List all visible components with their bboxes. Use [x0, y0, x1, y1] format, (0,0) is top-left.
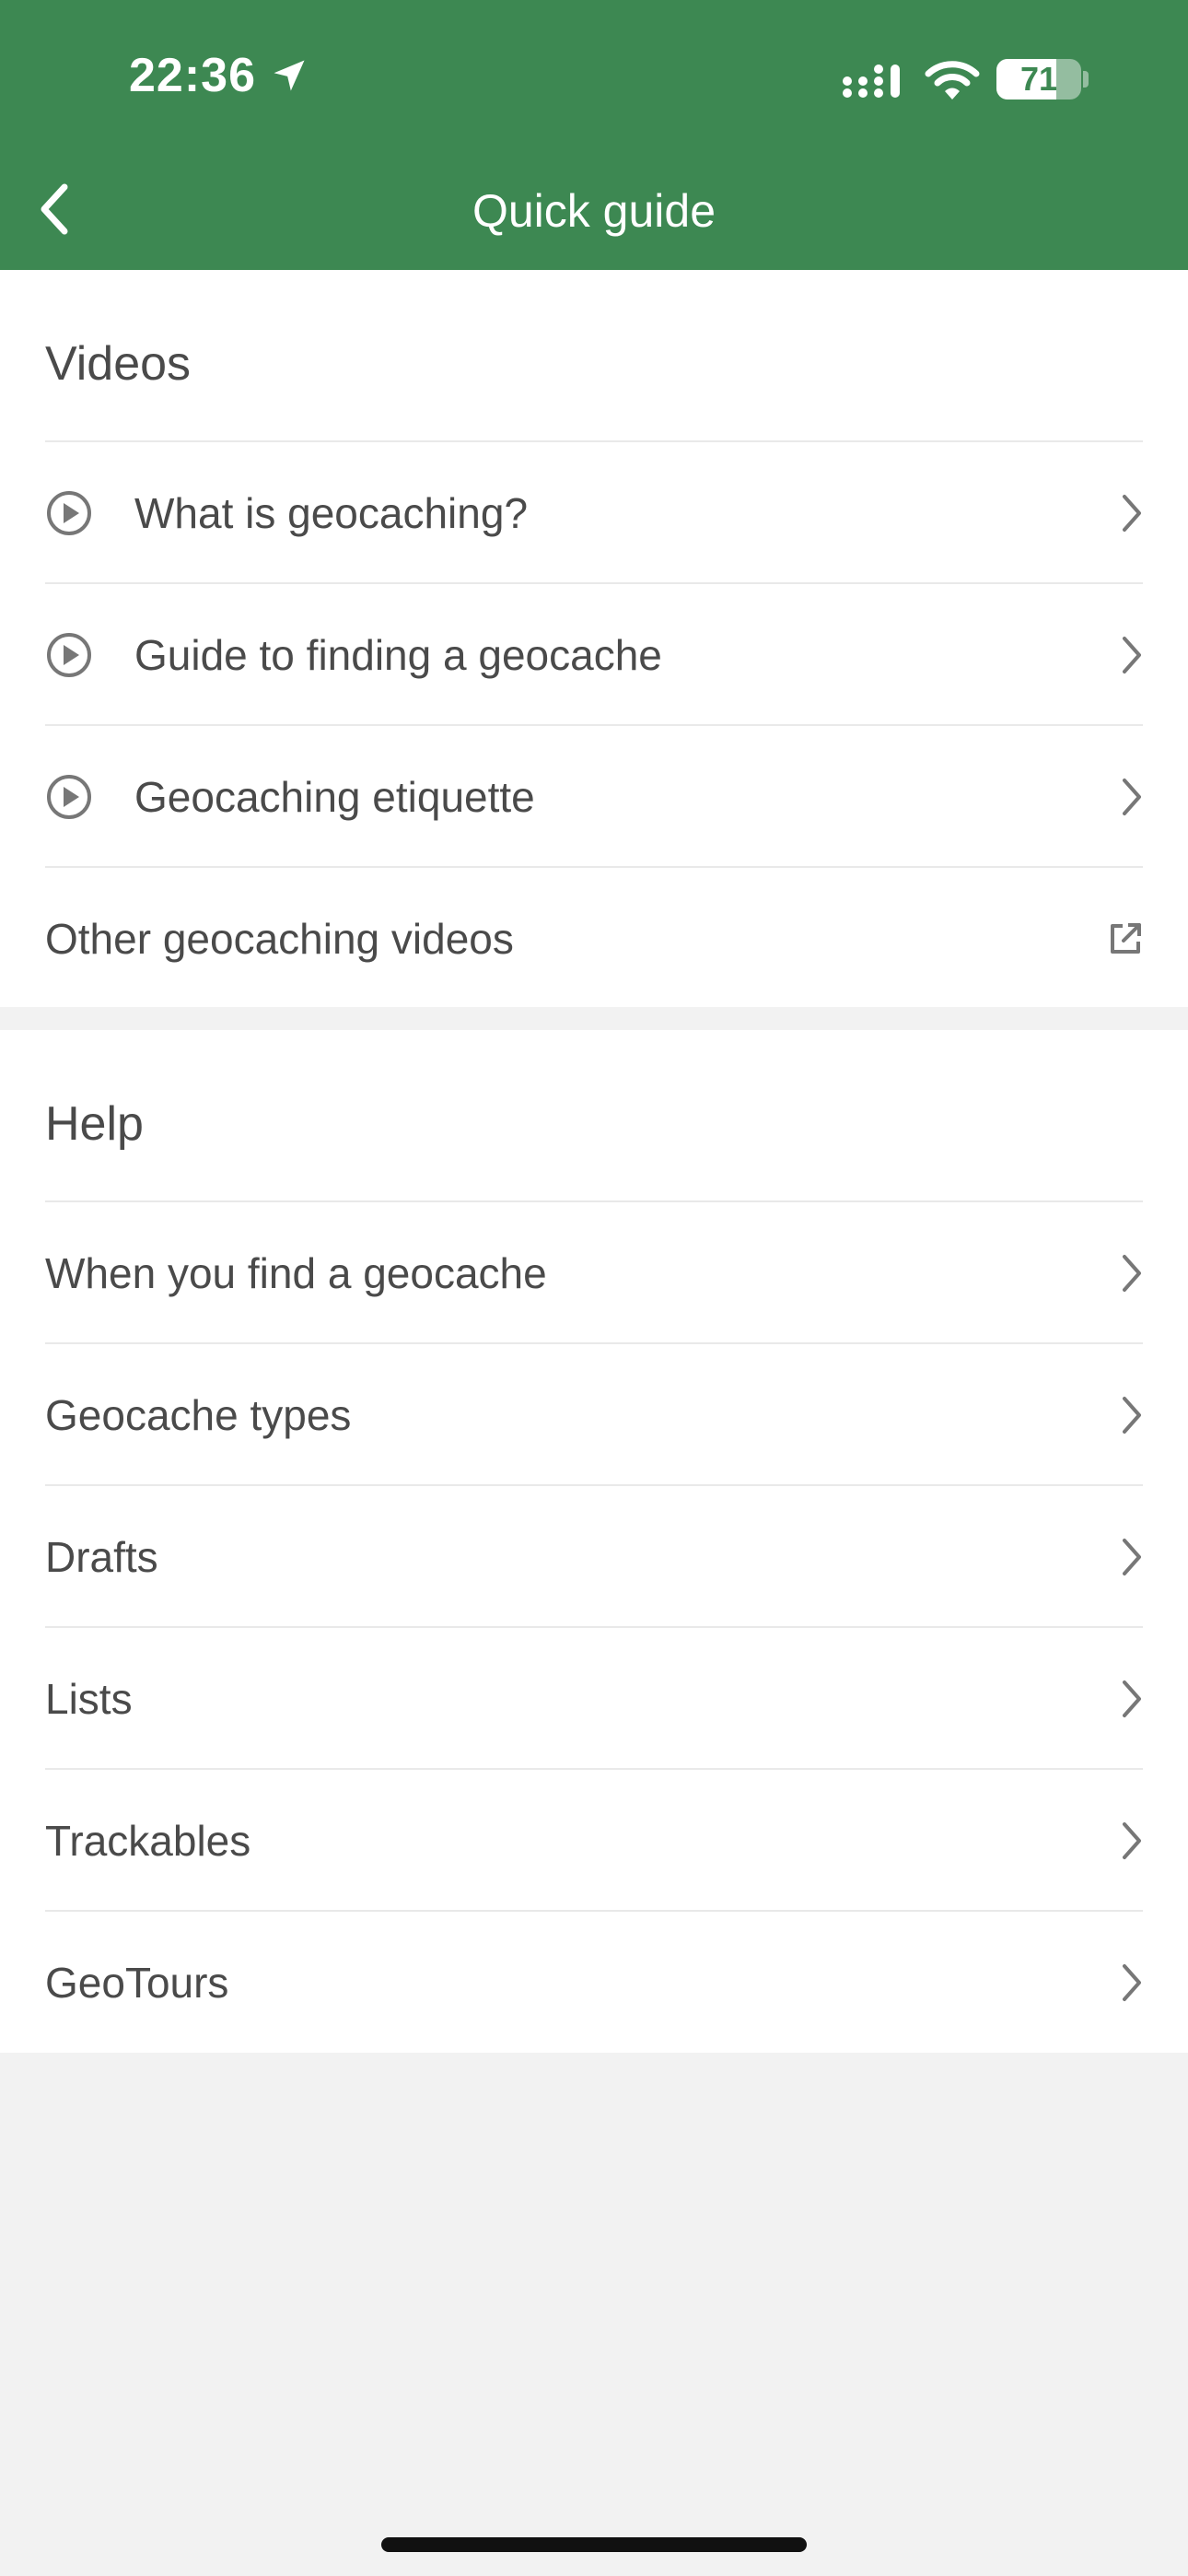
cellular-signal-icon	[843, 64, 900, 98]
help-item-label: When you find a geocache	[45, 1249, 547, 1297]
chevron-right-icon	[1123, 1680, 1141, 1717]
videos-heading: Videos	[45, 337, 192, 391]
chevron-right-icon	[1123, 1822, 1141, 1859]
location-arrow-icon	[274, 60, 305, 91]
page-title: Quick guide	[472, 185, 716, 237]
status-time: 22:36	[129, 48, 309, 103]
help-item-geotours[interactable]: GeoTours	[45, 1910, 1143, 2054]
chevron-right-icon	[1123, 495, 1141, 532]
video-item-label: Other geocaching videos	[45, 915, 514, 963]
battery-cap	[1083, 71, 1089, 88]
video-item-what-is-geocaching[interactable]: What is geocaching?	[45, 440, 1143, 584]
chevron-right-icon	[1123, 637, 1141, 673]
chevron-right-icon	[1123, 1255, 1141, 1292]
chevron-right-icon	[1123, 1397, 1141, 1434]
play-circle-icon	[47, 491, 91, 535]
home-indicator[interactable]	[381, 2537, 807, 2552]
clock: 22:36	[129, 49, 256, 102]
help-item-label: Lists	[45, 1675, 133, 1723]
help-item-geocache-types[interactable]: Geocache types	[45, 1342, 1143, 1486]
video-item-other-videos[interactable]: Other geocaching videos	[45, 866, 1143, 1010]
video-item-guide-to-finding[interactable]: Guide to finding a geocache	[45, 582, 1143, 726]
play-circle-icon	[47, 633, 91, 677]
video-item-label: Geocaching etiquette	[134, 773, 535, 821]
video-item-label: Guide to finding a geocache	[134, 631, 662, 679]
help-item-drafts[interactable]: Drafts	[45, 1484, 1143, 1628]
chevron-right-icon	[1123, 779, 1141, 815]
help-heading: Help	[45, 1097, 144, 1151]
help-item-label: Drafts	[45, 1533, 158, 1581]
wifi-icon	[925, 61, 980, 100]
help-item-label: GeoTours	[45, 1959, 229, 2007]
battery-level: 71	[1019, 60, 1058, 98]
chevron-right-icon	[1123, 1539, 1141, 1575]
video-item-label: What is geocaching?	[134, 489, 529, 537]
help-item-lists[interactable]: Lists	[45, 1626, 1143, 1770]
external-link-icon	[1111, 923, 1141, 954]
battery-indicator: 71	[996, 59, 1081, 100]
help-item-label: Geocache types	[45, 1391, 352, 1439]
help-item-when-you-find[interactable]: When you find a geocache	[45, 1200, 1143, 1344]
help-item-trackables[interactable]: Trackables	[45, 1768, 1143, 1912]
play-circle-icon	[47, 775, 91, 819]
videos-section: Videos What is geocaching? Guide to find…	[0, 270, 1188, 1007]
chevron-right-icon	[1123, 1964, 1141, 2001]
help-item-label: Trackables	[45, 1817, 251, 1865]
help-section: Help When you find a geocache Geocache t…	[0, 1030, 1188, 2053]
app-header: 22:36 71 Quick guide	[0, 0, 1188, 270]
video-item-etiquette[interactable]: Geocaching etiquette	[45, 724, 1143, 868]
